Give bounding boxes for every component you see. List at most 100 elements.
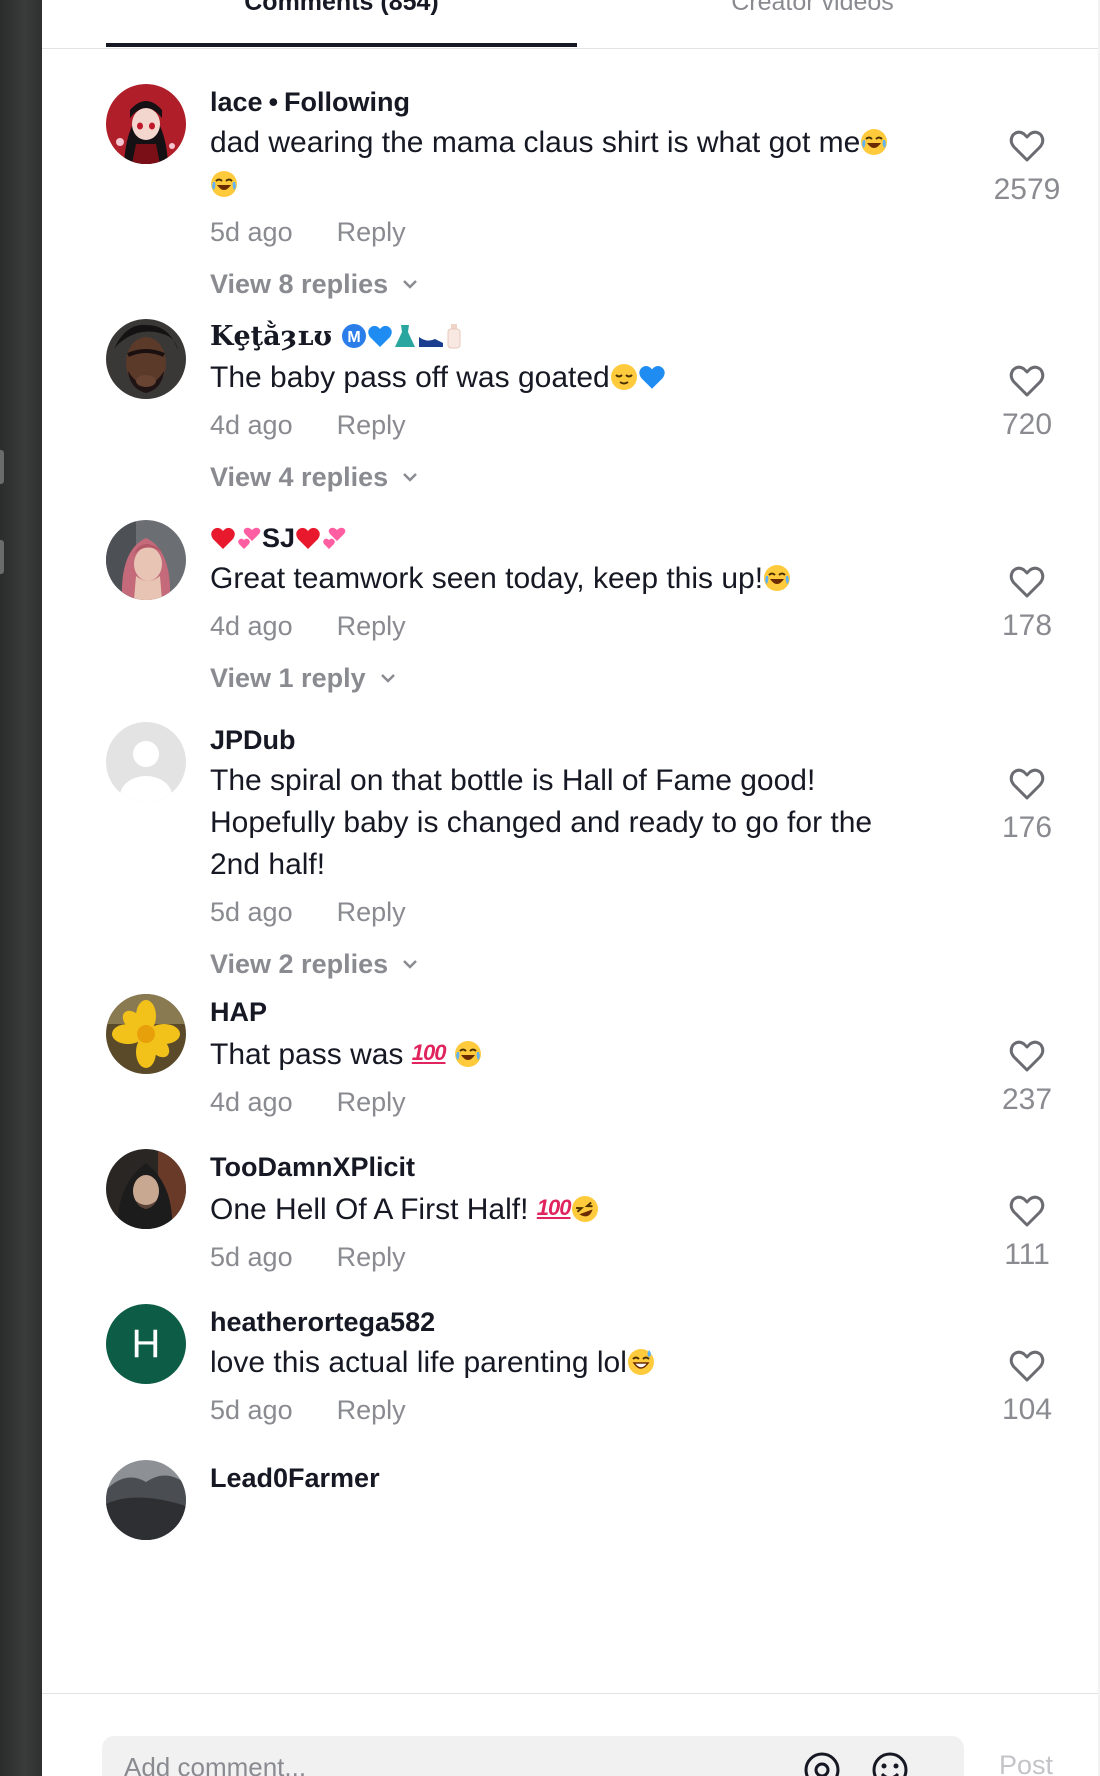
like-control[interactable]: 720 (982, 363, 1072, 445)
comment-username[interactable]: TooDamnXPlicit (210, 1149, 1000, 1185)
comment-username[interactable]: Lead0Farmer (210, 1460, 1000, 1496)
avatar[interactable]: H (106, 1304, 186, 1384)
two-hearts-emoji (236, 527, 262, 551)
chevron-down-icon (380, 674, 395, 683)
comment-age: 4d ago (210, 410, 293, 440)
like-count: 237 (1001, 1083, 1053, 1116)
comment-text: That pass was 100 (210, 1032, 1000, 1076)
window-edge-nub (0, 450, 4, 484)
two-hearts-emoji (321, 527, 347, 551)
like-control[interactable]: 2579 (982, 128, 1072, 210)
view-replies-button[interactable]: View 8 replies (210, 266, 418, 302)
heart-icon[interactable] (1008, 1193, 1046, 1229)
tab-comments[interactable]: Comments (854) (106, 0, 577, 28)
active-tab-indicator (106, 43, 577, 47)
reply-button[interactable]: Reply (337, 217, 406, 247)
dress-emoji (393, 323, 417, 349)
like-control[interactable]: 178 (982, 564, 1072, 646)
post-button[interactable]: Post (999, 1750, 1053, 1776)
blue-heart-emoji (367, 325, 393, 349)
comment-meta: 4d ago Reply (210, 407, 1000, 443)
like-control[interactable]: 104 (982, 1348, 1072, 1430)
reply-button[interactable]: Reply (337, 1087, 406, 1117)
comment-username[interactable]: HAP (210, 994, 1000, 1030)
view-replies-button[interactable]: View 4 replies (210, 459, 418, 495)
comment-meta: 5d ago Reply (210, 1239, 1000, 1275)
window-edge-nub (0, 540, 4, 574)
woman-pink-hair-avatar-image (106, 520, 186, 600)
like-control[interactable]: 176 (982, 766, 1072, 848)
heart-icon[interactable] (1008, 1348, 1046, 1384)
avatar-initial: H (131, 1321, 161, 1366)
heart-icon[interactable] (1008, 128, 1046, 164)
grinning-sweat-emoji (627, 1348, 655, 1376)
background-window-edge (0, 0, 42, 1776)
tab-bar: Comments (854) Creator videos (42, 0, 1098, 49)
comment-text: dad wearing the mama claus shirt is what… (210, 122, 1000, 206)
like-control[interactable]: 111 (982, 1193, 1072, 1275)
circled-m-emoji: M (341, 323, 367, 349)
comment-input-bar: Add comment... Post (42, 1693, 1098, 1776)
tab-creator-videos[interactable]: Creator videos (577, 0, 1048, 28)
comment-input[interactable]: Add comment... (102, 1736, 964, 1776)
avatar[interactable] (106, 1149, 186, 1229)
chevron-down-icon (403, 473, 418, 482)
emoji-icon[interactable] (870, 1750, 910, 1776)
man-hoodie-avatar-image (106, 1149, 186, 1229)
shoe-emoji (417, 329, 445, 349)
relieved-face-emoji (610, 363, 638, 391)
comment-text: One Hell Of A First Half! 100 (210, 1187, 1000, 1231)
comment-age: 5d ago (210, 217, 293, 247)
comment-username[interactable]: lace • Following (210, 84, 1000, 120)
heart-icon[interactable] (1008, 1038, 1046, 1074)
rolling-laughing-emoji (571, 1195, 599, 1223)
view-replies-button[interactable]: View 2 replies (210, 946, 418, 982)
view-replies-button[interactable]: View 1 reply (210, 660, 396, 696)
like-count: 176 (1001, 811, 1053, 844)
like-count: 2579 (993, 173, 1061, 206)
reply-button[interactable]: Reply (337, 1242, 406, 1272)
comments-panel: Comments (854) Creator videos lace • Follo… (42, 0, 1098, 1776)
default-person-avatar-image (106, 722, 186, 802)
reply-button[interactable]: Reply (337, 897, 406, 927)
tears-of-joy-emoji (454, 1040, 482, 1068)
reply-button[interactable]: Reply (337, 611, 406, 641)
comment-age: 5d ago (210, 1395, 293, 1425)
avatar[interactable] (106, 1460, 186, 1540)
reply-button[interactable]: Reply (337, 1395, 406, 1425)
comment-username[interactable]: heatherortega582 (210, 1304, 1000, 1340)
comment-age: 5d ago (210, 1242, 293, 1272)
comment-meta: 5d ago Reply (210, 214, 1000, 250)
comment-input-placeholder: Add comment... (124, 1752, 307, 1776)
heart-icon[interactable] (1008, 766, 1046, 802)
hundred-points-emoji: 100 (536, 1195, 572, 1220)
reply-button[interactable]: Reply (337, 410, 406, 440)
comment-text: Great teamwork seen today, keep this up! (210, 558, 1000, 600)
comment-age: 4d ago (210, 611, 293, 641)
avatar[interactable] (106, 722, 186, 802)
comment-text: love this actual life parenting lol (210, 1342, 1000, 1384)
following-label: Following (284, 87, 410, 117)
man-beard-avatar-image (106, 319, 186, 399)
red-heart-emoji (210, 527, 236, 551)
comment-username[interactable]: Kȩţằȝʟʊ M (210, 319, 1000, 355)
chevron-down-icon (403, 960, 418, 969)
heart-icon[interactable] (1008, 564, 1046, 600)
comment-meta: 4d ago Reply (210, 608, 1000, 644)
comment-username[interactable]: JPDub (210, 722, 1000, 758)
mention-icon[interactable] (802, 1750, 842, 1776)
comment-username[interactable]: SJ (210, 520, 1000, 556)
avatar[interactable] (106, 319, 186, 399)
yellow-flower-avatar-image (106, 994, 186, 1074)
red-heart-emoji (295, 527, 321, 551)
avatar[interactable] (106, 520, 186, 600)
comment-text: The spiral on that bottle is Hall of Fam… (210, 764, 873, 881)
avatar[interactable] (106, 994, 186, 1074)
comment-meta: 5d ago Reply (210, 894, 1000, 930)
like-control[interactable]: 237 (982, 1038, 1072, 1120)
blue-heart-emoji (638, 365, 666, 391)
heart-icon[interactable] (1008, 363, 1046, 399)
avatar[interactable] (106, 84, 186, 164)
comment-meta: 5d ago Reply (210, 1392, 1000, 1428)
landscape-avatar-image (106, 1460, 186, 1540)
